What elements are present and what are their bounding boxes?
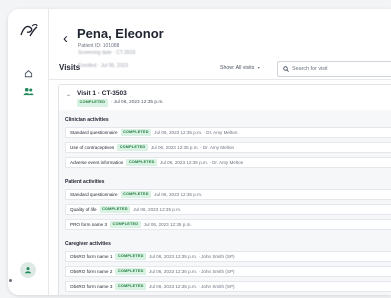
- activity-meta: Jul 06, 2023 12:35 p.m. · John Smith (SP…: [149, 284, 235, 289]
- chevron-down-icon: ▾: [257, 65, 260, 70]
- chevron-left-icon[interactable]: ‹: [63, 31, 68, 46]
- activity-name: Adverse event information: [70, 160, 124, 165]
- visit-search[interactable]: [277, 61, 391, 77]
- activity-meta: Jul 06, 2023 12:35 p.m. · Dr. Amy Melton: [154, 130, 238, 135]
- visit-filter-dropdown[interactable]: Show: All visits ▾: [220, 65, 260, 71]
- visit-filter-value: All visits: [235, 65, 255, 71]
- status-badge: COMPLETED: [120, 128, 152, 137]
- status-badge: COMPLETED: [126, 158, 158, 167]
- visit-activities: Clinician activities Standard questionna…: [59, 110, 391, 295]
- status-badge: COMPLETED: [120, 190, 152, 199]
- main-content: ‹ Pena, Eleonor Patient ID: 101088 Scree…: [49, 9, 391, 295]
- visit-search-input[interactable]: [292, 66, 387, 72]
- status-badge: COMPLETED: [115, 252, 147, 261]
- app-window: ‹ Pena, Eleonor Patient ID: 101088 Scree…: [8, 9, 391, 295]
- list-item[interactable]: ObsRO form name 2 COMPLETED Jul 06, 2023…: [65, 266, 391, 277]
- visit-card: ⌃ Visit 1 · CT-3503 COMPLETED · Jul 06, …: [58, 84, 391, 295]
- status-badge: COMPLETED: [99, 205, 131, 214]
- list-item[interactable]: Use of contraceptives COMPLETED Jul 06, …: [65, 142, 391, 153]
- list-item[interactable]: Standard questionnaire COMPLETED Jul 06,…: [65, 127, 391, 138]
- visit-title: Visit 1 · CT-3503: [77, 90, 127, 97]
- list-item[interactable]: ObsRO form name 1 COMPLETED Jul 06, 2023…: [65, 251, 391, 262]
- section-title-caregiver: Caregiver activities: [65, 241, 111, 247]
- chevron-up-icon[interactable]: ⌃: [66, 94, 71, 101]
- activity-meta: Jul 06, 2023 12:35 p.m. · Dr. Amy Melton: [150, 145, 235, 150]
- activity-name: Standard questionnaire: [70, 130, 118, 135]
- section-title-patient: Patient activities: [65, 179, 105, 185]
- side-rail: [8, 9, 49, 295]
- activity-name: Standard questionnaire: [70, 192, 118, 197]
- activity-meta: Jul 06, 2023 12:35 p.m. · John Smith (SP…: [149, 254, 235, 259]
- list-item[interactable]: Standard questionnaire COMPLETED Jul 06,…: [65, 189, 391, 200]
- patient-meta-2: Enrolled · Jul 06, 2023: [78, 63, 129, 69]
- section-title-clinician: Clinician activities: [65, 117, 109, 123]
- rail-indicator: [9, 279, 12, 282]
- list-item[interactable]: ObsRO form name 3 COMPLETED Jul 06, 2023…: [65, 281, 391, 292]
- activity-meta: Jul 06, 2023 12:35 p.m.: [154, 192, 203, 197]
- status-badge: COMPLETED: [115, 267, 147, 276]
- list-item[interactable]: PRO form name 3 COMPLETED Jul 06, 2023 1…: [65, 219, 391, 230]
- activity-meta: Jul 06, 2023 12:35 p.m.: [133, 207, 182, 212]
- activity-name: ObsRO form name 1: [70, 254, 113, 259]
- activity-meta: Jul 06, 2023 12:35 p.m.: [143, 222, 192, 227]
- user-icon[interactable]: [20, 262, 36, 278]
- ds-logo-icon[interactable]: [19, 22, 39, 38]
- status-badge: COMPLETED: [77, 99, 108, 107]
- activity-name: Quality of life: [70, 207, 97, 212]
- patient-id: Patient ID: 101088: [78, 43, 120, 49]
- home-icon[interactable]: [20, 65, 36, 81]
- people-icon[interactable]: [20, 83, 36, 99]
- status-badge: COMPLETED: [115, 282, 147, 291]
- status-badge: COMPLETED: [110, 220, 141, 229]
- activity-name: PRO form name 3: [70, 222, 108, 227]
- visit-header[interactable]: ⌃ Visit 1 · CT-3503 COMPLETED · Jul 06, …: [59, 85, 391, 110]
- activity-name: ObsRO form name 2: [70, 269, 113, 274]
- activity-meta: Jul 06, 2023 12:35 p.m. · John Smith (SP…: [149, 269, 235, 274]
- visit-status-line: COMPLETED · Jul 06, 2023 12:35 p.m.: [77, 99, 164, 107]
- activity-name: ObsRO form name 3: [70, 284, 113, 289]
- patient-meta-1: Screening date · CT-3503: [78, 50, 136, 56]
- visit-date: · Jul 06, 2023 12:35 p.m.: [110, 100, 164, 106]
- visit-filter-label: Show:: [220, 65, 235, 71]
- list-item[interactable]: Adverse event information COMPLETED Jul …: [65, 157, 391, 168]
- list-item[interactable]: Quality of life COMPLETED Jul 06, 2023 1…: [65, 204, 391, 215]
- activity-name: Use of contraceptives: [70, 145, 115, 150]
- search-icon: [283, 66, 289, 72]
- patient-name: Pena, Eleonor: [77, 26, 164, 41]
- header-divider: [49, 79, 391, 80]
- status-badge: COMPLETED: [117, 143, 148, 152]
- activity-meta: Jul 06, 2023 12:35 p.m. · Dr. Amy Melton: [160, 160, 244, 165]
